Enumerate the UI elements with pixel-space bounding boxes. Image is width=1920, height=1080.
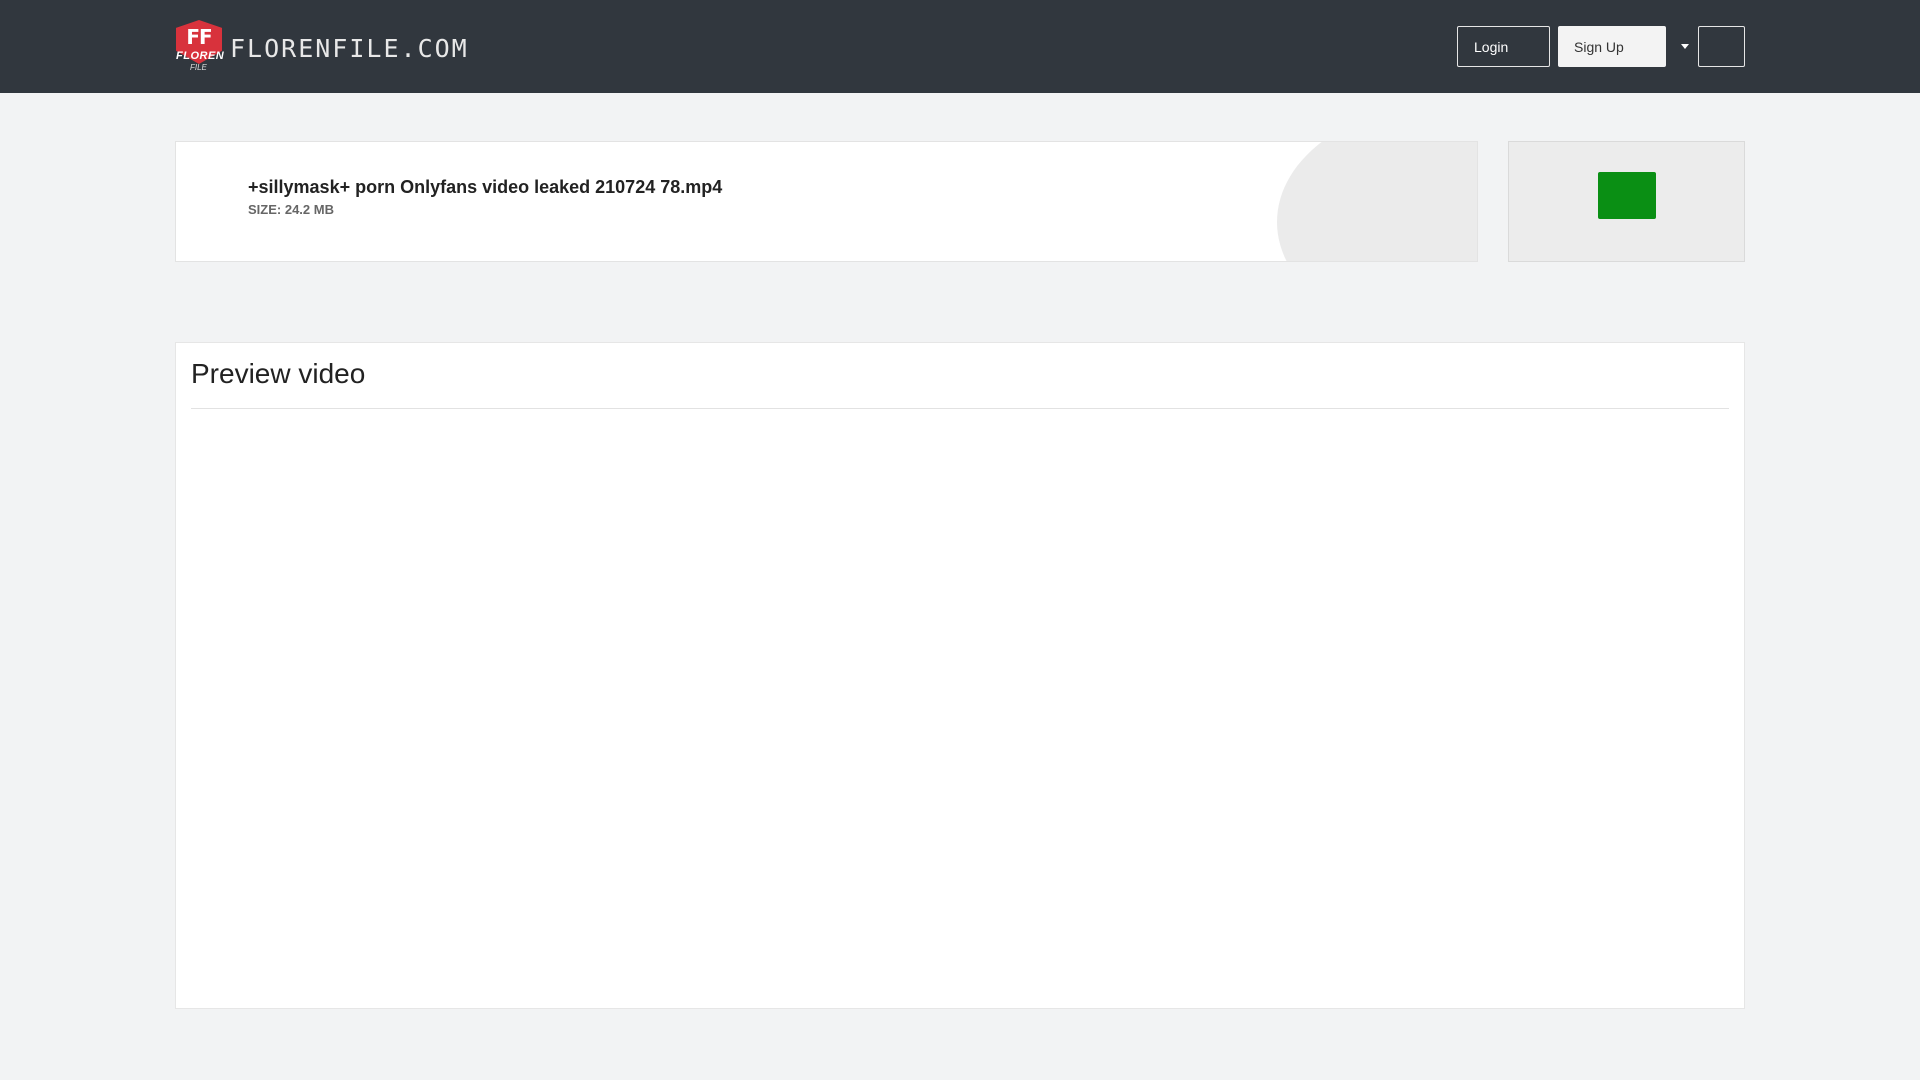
file-name: +sillymask+ porn Onlyfans video leaked 2… (248, 177, 723, 197)
language-dropdown-caret-icon[interactable] (1681, 44, 1689, 49)
preview-card: Preview video (175, 342, 1745, 1009)
logo-mark-sub: FLOREN (176, 50, 225, 62)
card-decorative-shade (1277, 142, 1477, 261)
logo-mark-sub2: FILE (190, 63, 207, 72)
site-name: FLORENFILE.COM (230, 33, 469, 63)
logo-icon: FF FLOREN FILE (176, 20, 225, 74)
login-button[interactable]: Login (1457, 26, 1550, 67)
preview-title: Preview video (191, 358, 366, 389)
top-navbar: FF FLOREN FILE FLORENFILE.COM Login Sign… (0, 0, 1920, 93)
file-info-card: +sillymask+ porn Onlyfans video leaked 2… (175, 141, 1478, 262)
download-panel (1508, 141, 1745, 262)
download-button[interactable] (1598, 172, 1656, 219)
menu-toggle-button[interactable] (1698, 26, 1745, 67)
preview-divider (191, 408, 1729, 409)
file-size: SIZE: 24.2 MB (248, 202, 334, 217)
signup-button[interactable]: Sign Up (1558, 26, 1666, 67)
site-logo[interactable]: FF FLOREN FILE FLORENFILE.COM (176, 19, 469, 75)
logo-mark-text: FF (186, 25, 212, 49)
video-player[interactable] (191, 418, 1729, 993)
